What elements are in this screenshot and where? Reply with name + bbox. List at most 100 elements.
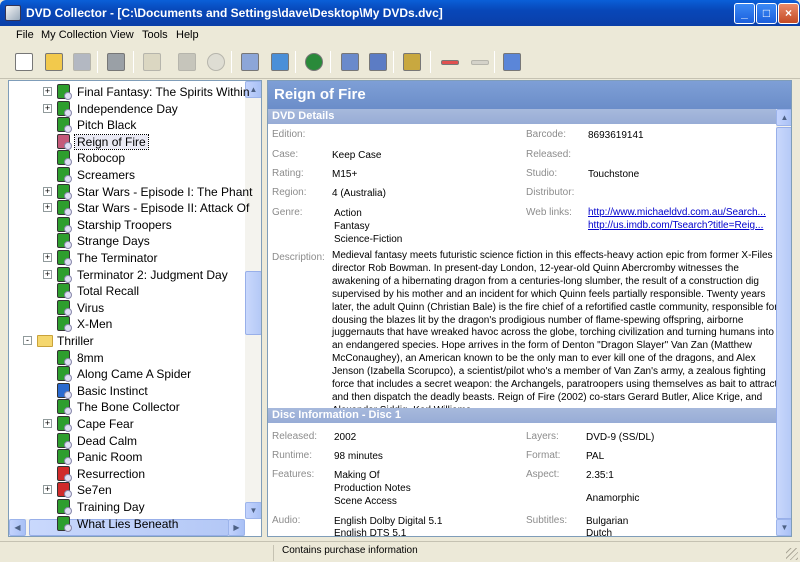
chart-button[interactable]: [366, 50, 390, 74]
tree-item-dvd[interactable]: X-Men: [9, 316, 245, 333]
tree-item-dvd[interactable]: + Star Wars - Episode II: Attack Of: [9, 200, 249, 217]
web-button[interactable]: [302, 50, 326, 74]
tree-item-dvd[interactable]: Robocop: [9, 150, 245, 167]
binoculars-button[interactable]: [400, 50, 424, 74]
expand-icon[interactable]: +: [43, 203, 52, 213]
card-button[interactable]: [500, 50, 524, 74]
subtitle-item: Dutch: [586, 528, 613, 537]
tree-item-dvd[interactable]: Pitch Black: [9, 117, 245, 134]
list-view-icon: [341, 53, 359, 71]
menu-bar: File My Collection View Tools Help: [0, 26, 800, 45]
tree-item-dvd[interactable]: Total Recall: [9, 283, 245, 300]
tree-item-label: Screamers: [77, 168, 136, 182]
close-button[interactable]: ×: [778, 3, 799, 24]
menu-help[interactable]: Help: [176, 29, 199, 41]
disc-icon: [64, 224, 72, 233]
save-button[interactable]: [70, 50, 94, 74]
scroll-thumb[interactable]: [245, 271, 261, 335]
tree-item-dvd[interactable]: Basic Instinct: [9, 382, 245, 399]
tree-item-dvd[interactable]: Training Day: [9, 499, 245, 515]
detail-vertical-scrollbar[interactable]: ▲ ▼: [776, 109, 791, 536]
web-link[interactable]: http://us.imdb.com/Tsearch?title=Reig...: [588, 220, 763, 231]
disc-released-label: Released:: [272, 431, 318, 442]
expand-icon[interactable]: +: [43, 269, 52, 279]
menu-view[interactable]: View: [110, 29, 134, 41]
scroll-down-button[interactable]: ▼: [245, 502, 261, 519]
tree-item-dvd[interactable]: + Independence Day: [9, 100, 245, 117]
tree-item-dvd[interactable]: Resurrection: [9, 465, 245, 482]
resize-grip[interactable]: [786, 548, 798, 560]
disc-icon: [64, 241, 72, 250]
tree-vertical-scrollbar[interactable]: ▲ ▼: [245, 81, 261, 519]
collection-tree[interactable]: ▲ ▼ ◀ ▶ + Final Fantasy: The Spirits With…: [8, 80, 262, 537]
tree-item-dvd[interactable]: Along Came A Spider: [9, 366, 245, 383]
edition-label: Edition:: [272, 129, 306, 140]
tree-item-dvd[interactable]: Panic Room: [9, 449, 245, 466]
minimize-button[interactable]: _: [734, 3, 755, 24]
disc-icon: [64, 125, 72, 134]
feature-item: Scene Access: [334, 496, 397, 507]
tree-item-dvd[interactable]: The Bone Collector: [9, 399, 245, 416]
open-folder-button[interactable]: [42, 50, 66, 74]
audio-label: Audio:: [272, 515, 301, 526]
edit-button[interactable]: [238, 50, 262, 74]
tree-item-dvd[interactable]: + Star Wars - Episode I: The Phant: [9, 183, 252, 200]
expand-icon[interactable]: +: [43, 186, 52, 196]
collapse-icon[interactable]: -: [23, 336, 32, 345]
dvd-case-icon: [57, 366, 72, 383]
open-folder-icon: [45, 53, 63, 71]
disc-icon: [64, 92, 72, 100]
add-button[interactable]: [468, 50, 492, 74]
tree-item-dvd[interactable]: + The Terminator: [9, 250, 245, 266]
maximize-button[interactable]: □: [756, 3, 777, 24]
app-icon[interactable]: [5, 5, 21, 21]
box-button[interactable]: [175, 50, 199, 74]
tree-item-dvd[interactable]: Screamers: [9, 167, 245, 183]
region-value: 4 (Australia): [332, 188, 386, 199]
tree-item-dvd[interactable]: Strange Days: [9, 233, 245, 250]
expand-icon[interactable]: +: [43, 87, 52, 96]
studio-label: Studio:: [526, 168, 558, 179]
description-text: Medieval fantasy meets futuristic scienc…: [332, 250, 778, 416]
expand-icon[interactable]: +: [43, 103, 52, 113]
tree-item-dvd[interactable]: Virus: [9, 299, 245, 316]
toolbar-separator: [231, 51, 232, 73]
disc-button[interactable]: [204, 50, 228, 74]
tree-item-dvd[interactable]: What Lies Beneath: [9, 515, 245, 532]
tree-item-dvd[interactable]: + Terminator 2: Judgment Day: [9, 266, 245, 283]
scroll-down-button[interactable]: ▼: [776, 519, 791, 536]
scroll-thumb[interactable]: [776, 127, 791, 519]
dvd-case-icon: [57, 250, 72, 266]
tree-item-dvd[interactable]: + Cape Fear: [9, 416, 245, 432]
toolbar-separator: [430, 51, 431, 73]
genre-value: Science-Fiction: [334, 234, 403, 245]
title-bar[interactable]: DVD Collector - [C:\Documents and Settin…: [0, 0, 800, 26]
print-button[interactable]: [104, 50, 128, 74]
dvd-case-icon: [57, 449, 72, 466]
expand-icon[interactable]: +: [43, 253, 52, 262]
tree-item-dvd[interactable]: Reign of Fire: [9, 133, 245, 150]
expand-icon[interactable]: +: [43, 485, 52, 495]
genre-value: Action: [334, 208, 362, 219]
scroll-up-button[interactable]: ▲: [776, 109, 791, 126]
menu-my-collection[interactable]: My Collection: [41, 29, 107, 41]
expand-icon[interactable]: +: [43, 419, 52, 428]
remove-button[interactable]: [438, 50, 462, 74]
open-disc-folder-button[interactable]: [140, 50, 164, 74]
tree-item-label: Reign of Fire: [74, 133, 149, 150]
new-button[interactable]: [12, 50, 36, 74]
disc-icon: [64, 374, 72, 383]
tree-item-dvd[interactable]: + Final Fantasy: The Spirits Within: [9, 84, 250, 100]
menu-tools[interactable]: Tools: [142, 29, 168, 41]
tree-item-dvd[interactable]: 8mm: [9, 349, 245, 366]
list-view-button[interactable]: [338, 50, 362, 74]
tree-item-dvd[interactable]: Starship Troopers: [9, 216, 245, 233]
tree-folder-genre[interactable]: - Thriller: [9, 333, 245, 349]
web-link[interactable]: http://www.michaeldvd.com.au/Search...: [588, 207, 766, 218]
tree-item-dvd[interactable]: + Se7en: [9, 482, 245, 499]
tree-item-dvd[interactable]: Dead Calm: [9, 432, 245, 449]
menu-file[interactable]: File: [16, 29, 34, 41]
tree-item-label: Panic Room: [77, 450, 143, 465]
import-button[interactable]: [268, 50, 292, 74]
dvd-case-icon: [57, 465, 72, 482]
